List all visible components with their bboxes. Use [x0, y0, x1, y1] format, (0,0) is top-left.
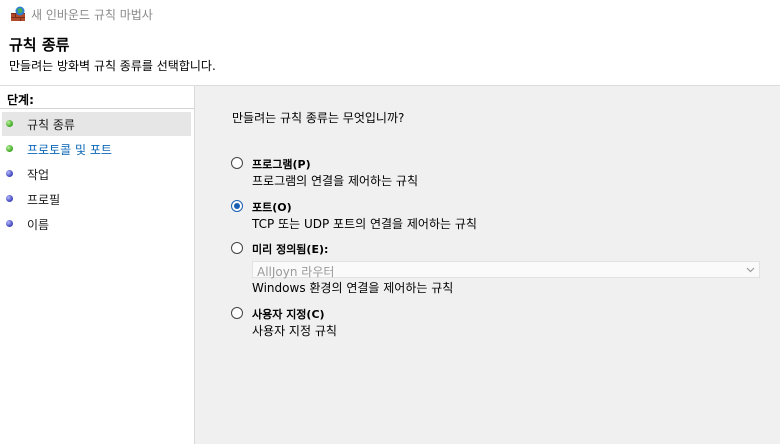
- step-complete-bullet-icon: [6, 120, 13, 127]
- step-protocol-ports[interactable]: 프로토콜 및 포트: [2, 137, 191, 161]
- steps-pane: 단계: 규칙 종류 프로토콜 및 포트 작업 프로필 이름: [0, 86, 195, 444]
- title-bar: 새 인바운드 규칙 마법사: [0, 0, 780, 28]
- step-profile: 프로필: [2, 187, 191, 211]
- step-pending-bullet-icon: [6, 170, 13, 177]
- step-label: 프로필: [27, 193, 61, 207]
- option-label[interactable]: 프로그램(P): [252, 156, 311, 172]
- step-complete-bullet-icon: [6, 145, 13, 152]
- step-label: 이름: [27, 218, 50, 232]
- step-rule-type[interactable]: 규칙 종류: [2, 112, 191, 136]
- option-label[interactable]: 사용자 지정(C): [252, 306, 325, 322]
- main-pane: 만들려는 규칙 종류는 무엇입니까? 프로그램(P) 프로그램의 연결을 제어하…: [195, 86, 780, 444]
- predefined-rule-select[interactable]: AllJoyn 라우터: [252, 261, 760, 279]
- radio-program[interactable]: [231, 157, 243, 169]
- wizard-header: 규칙 종류 만들려는 방화벽 규칙 종류를 선택합니다.: [0, 28, 780, 86]
- option-description: Windows 환경의 연결을 제어하는 규칙: [252, 281, 454, 295]
- option-label[interactable]: 포트(O): [252, 199, 292, 215]
- page-title: 규칙 종류: [9, 36, 70, 54]
- option-description: 사용자 지정 규칙: [252, 324, 337, 338]
- step-pending-bullet-icon: [6, 195, 13, 202]
- option-description: 프로그램의 연결을 제어하는 규칙: [252, 174, 419, 188]
- step-pending-bullet-icon: [6, 220, 13, 227]
- option-description: TCP 또는 UDP 포트의 연결을 제어하는 규칙: [252, 217, 477, 231]
- select-value: AllJoyn 라우터: [257, 265, 335, 279]
- firewall-app-icon: [11, 6, 25, 21]
- chevron-down-icon: [746, 267, 755, 273]
- steps-heading: 단계:: [7, 93, 34, 107]
- step-action: 작업: [2, 162, 191, 186]
- window-title: 새 인바운드 규칙 마법사: [31, 8, 153, 22]
- page-subtitle: 만들려는 방화벽 규칙 종류를 선택합니다.: [9, 59, 216, 73]
- steps-divider: [0, 108, 194, 109]
- radio-predefined[interactable]: [231, 242, 243, 254]
- radio-custom[interactable]: [231, 307, 243, 319]
- step-label: 규칙 종류: [27, 118, 75, 132]
- step-name: 이름: [2, 212, 191, 236]
- step-link-label[interactable]: 프로토콜 및 포트: [27, 141, 112, 158]
- option-label[interactable]: 미리 정의됨(E):: [252, 241, 328, 257]
- question-text: 만들려는 규칙 종류는 무엇입니까?: [232, 111, 405, 125]
- radio-port[interactable]: [231, 200, 243, 212]
- step-label: 작업: [27, 168, 50, 182]
